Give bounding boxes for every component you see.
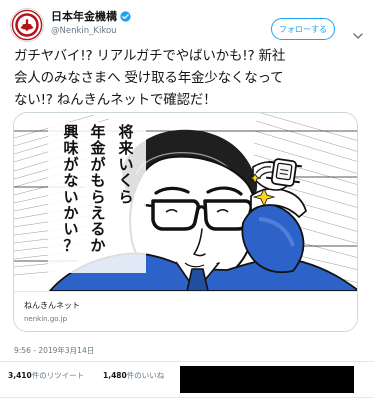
card-meta[interactable]: ねんきんネット nenkin.go.jp — [14, 291, 357, 331]
retweet-label: 件のリツイート — [31, 371, 85, 380]
like-count: 1,480 — [103, 371, 127, 380]
account-info: 日本年金機構 @Nenkin_Kikou — [51, 9, 261, 43]
username-handle[interactable]: @Nenkin_Kikou — [51, 26, 261, 36]
retweet-stat[interactable]: 3,410件のリツイート — [8, 371, 84, 381]
like-stat[interactable]: 1,480件のいいね — [103, 371, 164, 381]
avatar[interactable] — [10, 8, 44, 42]
verified-badge-icon — [120, 11, 131, 22]
tweet-text: ガチヤバイ!? リアルガチでやばいかも!? 新社 会人のみなさまへ 受け取る年金… — [14, 48, 286, 108]
tweet-header: 日本年金機構 @Nenkin_Kikou フォローする — [0, 0, 374, 48]
card-title: ねんきんネット — [24, 301, 80, 310]
display-name[interactable]: 日本年金機構 — [51, 9, 117, 24]
card-illustration: 将来いくら年金がもらえるか興味がないかい？ — [14, 113, 357, 291]
caption-character: ら — [118, 188, 133, 206]
tweet-timestamp[interactable]: 9:56 - 2019年3月14日 — [14, 346, 94, 356]
card-image[interactable]: 将来いくら年金がもらえるか興味がないかい？ — [14, 113, 357, 291]
follow-button[interactable]: フォローする — [271, 18, 335, 40]
card-domain: nenkin.go.jp — [24, 315, 68, 323]
like-label: 件のいいね — [126, 371, 165, 380]
nenkin-seal-logo — [11, 9, 43, 41]
stats-divider-top — [0, 361, 374, 362]
retweet-count: 3,410 — [8, 371, 32, 380]
link-card[interactable]: 将来いくら年金がもらえるか興味がないかい？ ねんきんネット nenkin.go.… — [13, 112, 358, 332]
redacted-block — [180, 366, 354, 393]
chevron-down-icon[interactable] — [353, 25, 363, 39]
display-name-row: 日本年金機構 — [51, 9, 261, 24]
caption-character: ？ — [63, 236, 78, 254]
stats-divider-bottom — [0, 397, 374, 398]
caption-character: か — [90, 236, 105, 254]
